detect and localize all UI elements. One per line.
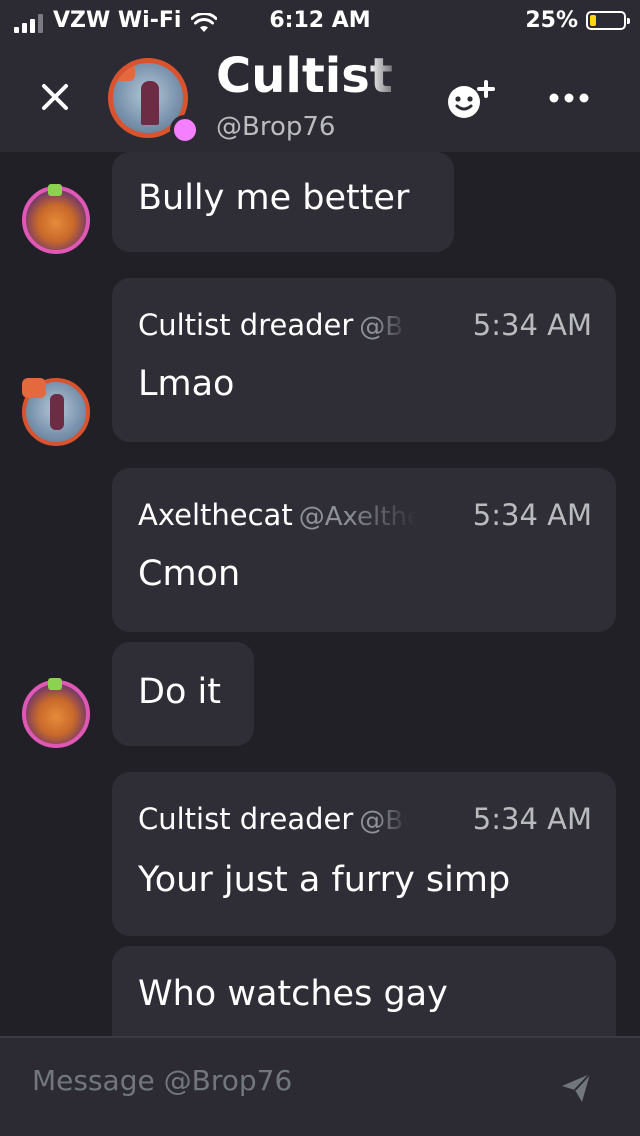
- message-header: Cultist dreader@Brop76 5:34 AM: [138, 802, 592, 838]
- status-right: 25%: [525, 8, 630, 33]
- message-bubble[interactable]: Do it: [112, 642, 254, 746]
- online-status-dot: [170, 115, 200, 145]
- add-friend-icon[interactable]: [444, 78, 496, 120]
- message-bubble[interactable]: Cultist dreader@Brop76 5:34 AM Your just…: [112, 772, 616, 936]
- message-author[interactable]: Axelthecat: [138, 498, 293, 532]
- avatar[interactable]: [22, 378, 90, 446]
- message-bubble[interactable]: Cultist dreader@Brop76 5:34 AM Lmao: [112, 278, 616, 442]
- message-timestamp: 5:34 AM: [472, 308, 592, 342]
- message-bubble[interactable]: Bully me better: [112, 152, 454, 252]
- message-text: Bully me better: [138, 178, 410, 218]
- conversation-header: Cultist dreader @Brop76: [0, 40, 640, 152]
- avatar[interactable]: [22, 678, 90, 748]
- battery-percent: 25%: [525, 8, 578, 33]
- message-input[interactable]: Message @Brop76: [32, 1064, 292, 1097]
- message-bubble[interactable]: Axelthecat@Axelthecat 5:34 AM Cmon: [112, 468, 616, 632]
- message-handle: @Brop76: [359, 312, 407, 342]
- message-text: Your just a furry simp: [138, 860, 511, 900]
- page-subtitle: @Brop76: [216, 112, 336, 142]
- avatar[interactable]: [22, 184, 90, 254]
- message-header: Cultist dreader@Brop76 5:34 AM: [138, 308, 592, 344]
- more-icon[interactable]: [548, 90, 590, 106]
- message-timestamp: 5:34 AM: [472, 802, 592, 836]
- message-text: Lmao: [138, 364, 235, 404]
- message-bubble[interactable]: Who watches gay: [112, 946, 616, 1036]
- message-text: Who watches gay: [138, 974, 448, 1014]
- message-handle: @Axelthecat: [298, 502, 417, 532]
- message-composer: Message @Brop76: [0, 1036, 640, 1136]
- message-text: Cmon: [138, 554, 241, 594]
- status-bar: VZW Wi-Fi 6:12 AM 25%: [0, 0, 640, 40]
- message-author[interactable]: Cultist dreader: [138, 802, 353, 836]
- message-handle: @Brop76: [359, 806, 407, 836]
- send-icon[interactable]: [560, 1072, 592, 1104]
- message-header: Axelthecat@Axelthecat 5:34 AM: [138, 498, 592, 534]
- message-timestamp: 5:34 AM: [472, 498, 592, 532]
- page-title[interactable]: Cultist dreader: [216, 48, 406, 106]
- message-text: Do it: [138, 672, 221, 712]
- message-list[interactable]: Bully me better Cultist dreader@Brop76 5…: [0, 152, 640, 1036]
- close-icon[interactable]: [38, 80, 72, 114]
- message-author[interactable]: Cultist dreader: [138, 308, 353, 342]
- battery-icon: [586, 11, 630, 30]
